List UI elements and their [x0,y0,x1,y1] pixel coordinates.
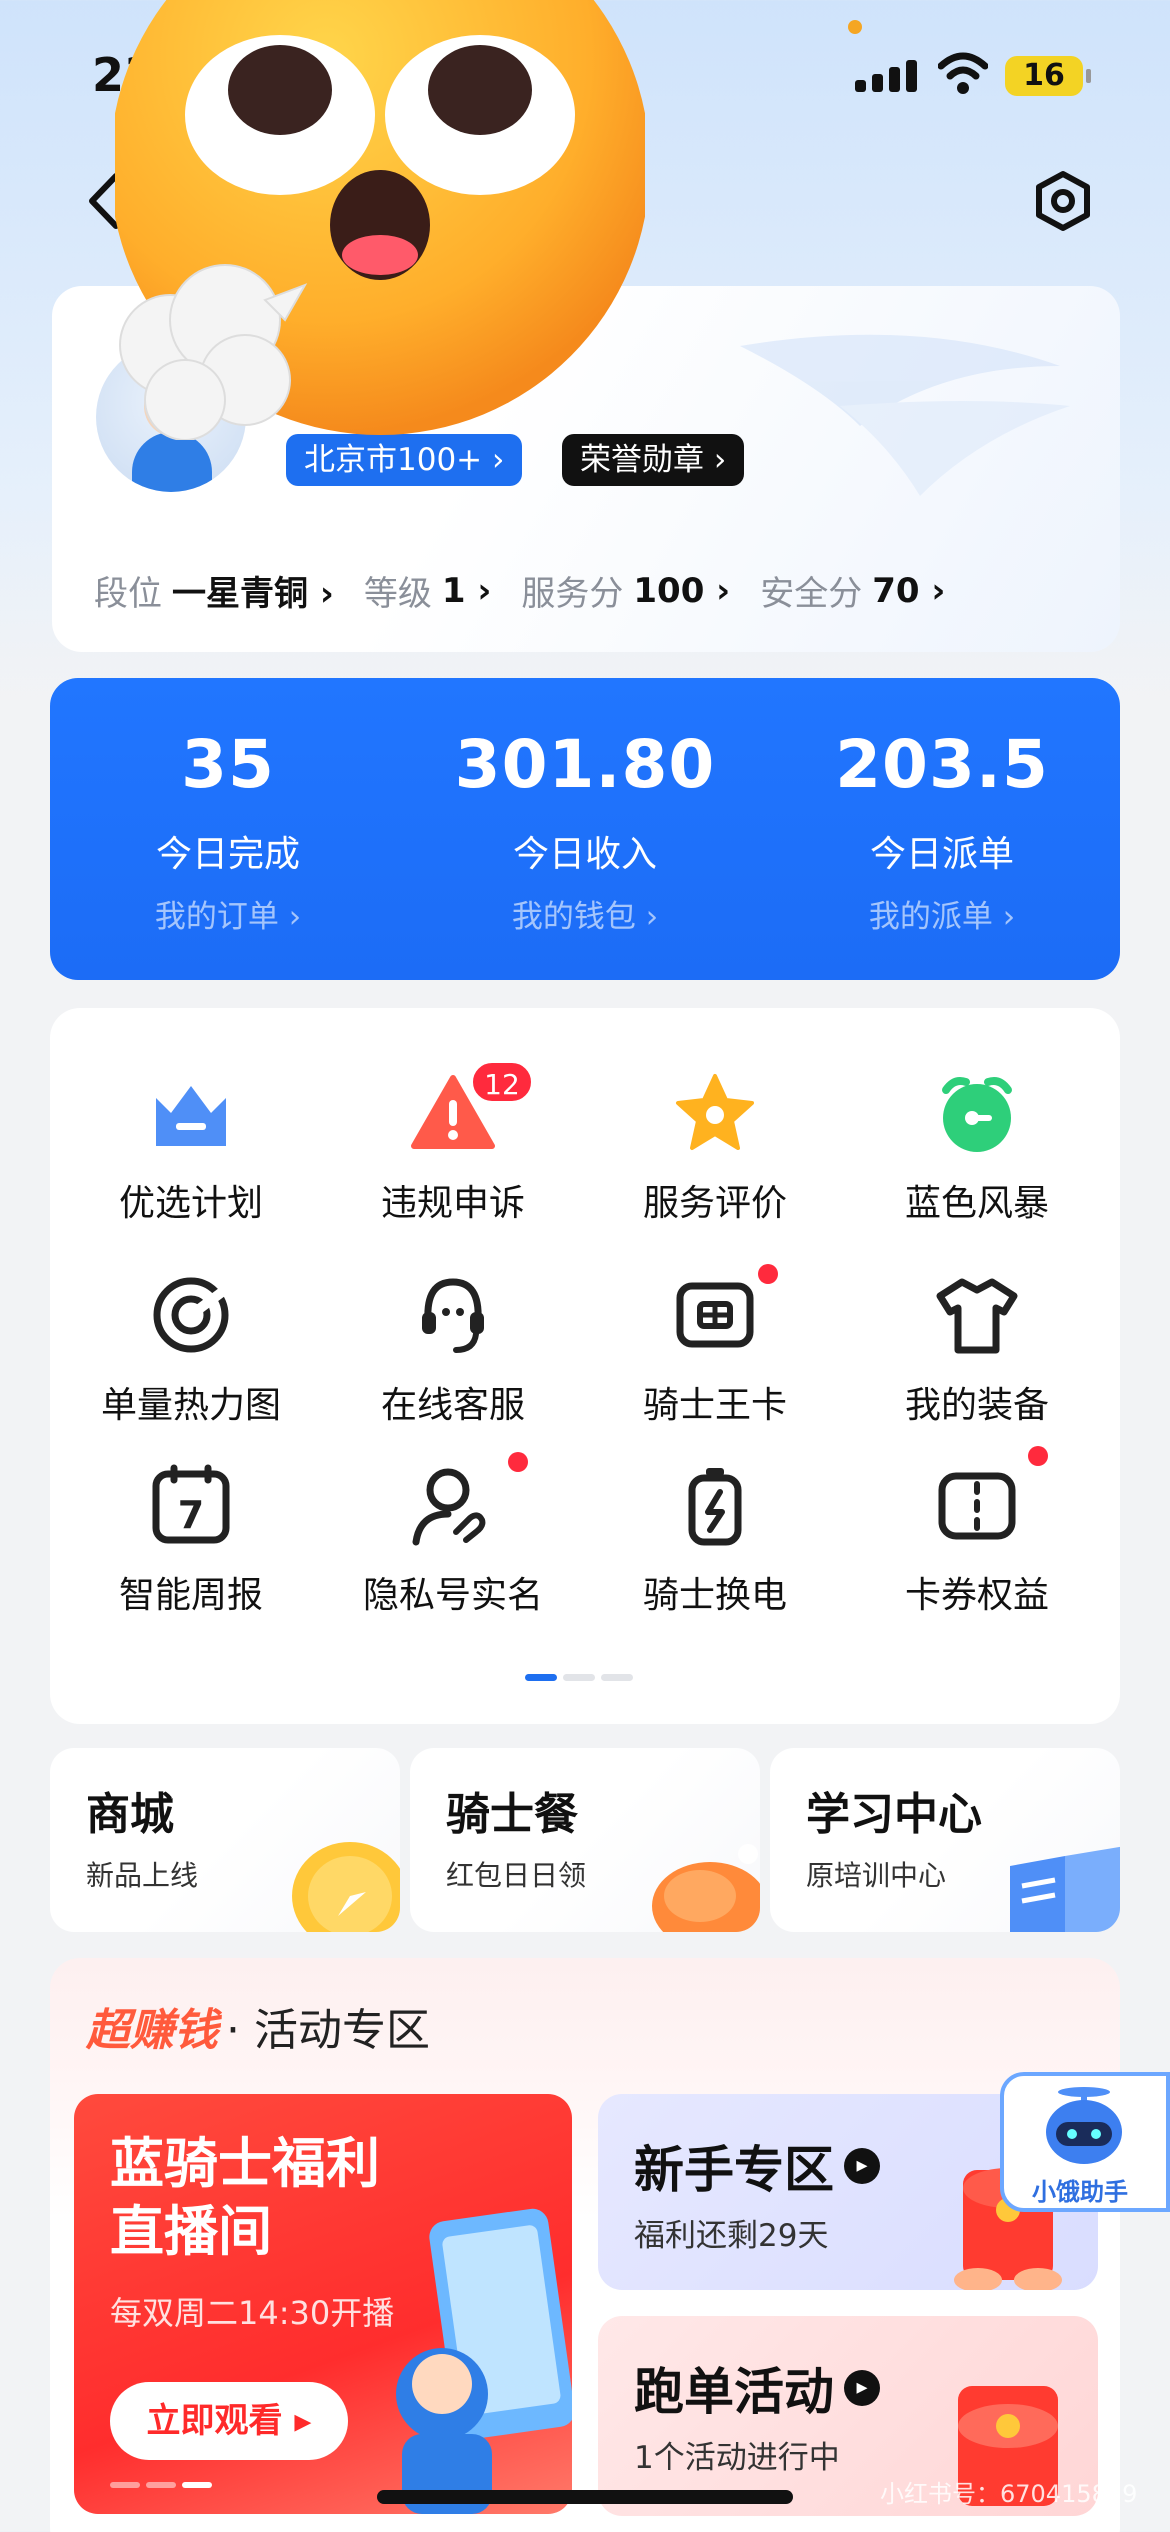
watermark: 小红书号：670415829 [880,2480,1138,2508]
shortcut-learning-center[interactable]: 学习中心 原培训中心 [770,1748,1120,1932]
violation-count-badge: 12 [470,1060,534,1104]
robot-assistant-icon [1046,2087,1122,2164]
tired-face-emoji-sticker [115,0,645,440]
arrow-right-icon: ▸ [844,2148,880,2184]
stat-safety-score[interactable]: 安全分 70 › [760,566,945,615]
new-dot [1028,1446,1048,1466]
user-verify-icon [412,1468,486,1546]
feature-grid: 优选计划 12 违规申诉 服务评价 蓝色风暴 单量热力图 在线客服 骑士王卡 我… [50,1008,1120,1724]
profile-stats-row: 段位 一星青铜 › 等级 1 › 服务分 100 › 安全分 70 › [94,566,945,615]
grid-item-weekly-report[interactable]: 7 智能周报 [60,1460,322,1618]
today-summary-panel: 35 今日完成 我的订单 › 301.80 今日收入 我的钱包 › 203.5 … [50,678,1120,980]
grid-item-online-support[interactable]: 在线客服 [322,1270,584,1428]
sim-card-icon [676,1282,754,1348]
calendar-icon: 7 [152,1464,230,1544]
new-dot [508,1452,528,1472]
stat-service-score[interactable]: 服务分 100 › [521,566,730,615]
battery-swap-icon [688,1468,742,1546]
my-orders-link[interactable]: 我的订单 › [50,891,406,936]
gold-coin-icon [292,1842,400,1932]
summary-dispatch[interactable]: 203.5 今日派单 我的派单 › [764,726,1120,936]
grid-item-battery-swap[interactable]: 骑士换电 [584,1460,846,1618]
assistant-floating-button[interactable]: 小饿助手 [1000,2072,1170,2212]
my-wallet-link[interactable]: 我的钱包 › [407,891,763,936]
watch-now-button[interactable]: 立即观看 ▸ [110,2382,348,2460]
grid-item-my-equipment[interactable]: 我的装备 [846,1270,1108,1428]
honor-medal-badge[interactable]: 荣誉勋章 › [562,434,745,486]
settings-hexagon-icon[interactable] [1032,170,1094,232]
grid-item-preferred-plan[interactable]: 优选计划 [60,1068,322,1226]
activity-heading: 超赚钱 · 活动专区 [86,2005,430,2056]
crown-icon [156,1086,226,1146]
banner-page-indicator [110,2482,212,2488]
wifi-icon [938,52,988,94]
target-icon [153,1277,229,1353]
shortcut-rider-meal[interactable]: 骑士餐 红包日日领 [410,1748,760,1932]
book-icon [1010,1846,1120,1932]
shortcut-mall[interactable]: 商城 新品上线 [50,1748,400,1932]
live-stream-card[interactable]: 蓝骑士福利直播间 每双周二14:30开播 立即观看 ▸ [74,2094,572,2514]
stat-rank[interactable]: 段位 一星青铜 › [94,566,334,615]
grid-item-coupon-benefits[interactable]: 卡券权益 [846,1446,1108,1618]
calendar-day: 7 [178,1493,204,1537]
grid-item-service-rating[interactable]: 服务评价 [584,1068,846,1226]
grid-item-order-heatmap[interactable]: 单量热力图 [60,1270,322,1428]
battery-indicator: 16 [1005,56,1091,96]
my-dispatch-link[interactable]: 我的派单 › [764,891,1120,936]
grid-item-violation-appeal[interactable]: 12 违规申诉 [322,1060,584,1226]
coupon-icon [938,1472,1016,1540]
summary-income[interactable]: 301.80 今日收入 我的钱包 › [407,726,763,936]
home-indicator[interactable] [377,2490,793,2504]
rider-phone-illustration [396,2208,572,2514]
activity-zone: 超赚钱 · 活动专区 蓝骑士福利直播间 每双周二14:30开播 立即观看 ▸ 新… [50,1958,1120,2532]
tshirt-icon [936,1278,1018,1354]
privacy-indicator-dot [848,20,862,34]
roast-chicken-icon [652,1844,760,1932]
star-icon [676,1074,754,1150]
city-rank-badge[interactable]: 北京市100+ › [286,434,523,486]
headset-icon [422,1278,484,1353]
alarm-icon [942,1077,1012,1152]
grid-item-privacy-realname[interactable]: 隐私号实名 [322,1452,584,1618]
summary-completed[interactable]: 35 今日完成 我的订单 › [50,726,406,936]
grid-item-blue-storm[interactable]: 蓝色风暴 [846,1068,1108,1226]
cellular-signal-icon [855,58,917,92]
decorative-wing [740,334,1070,496]
grid-page-indicator [525,1674,633,1681]
arrow-right-icon: ▸ [844,2370,880,2406]
grid-item-rider-king-card[interactable]: 骑士王卡 [584,1264,846,1428]
stat-level[interactable]: 等级 1 › [364,566,492,615]
new-dot [758,1264,778,1284]
